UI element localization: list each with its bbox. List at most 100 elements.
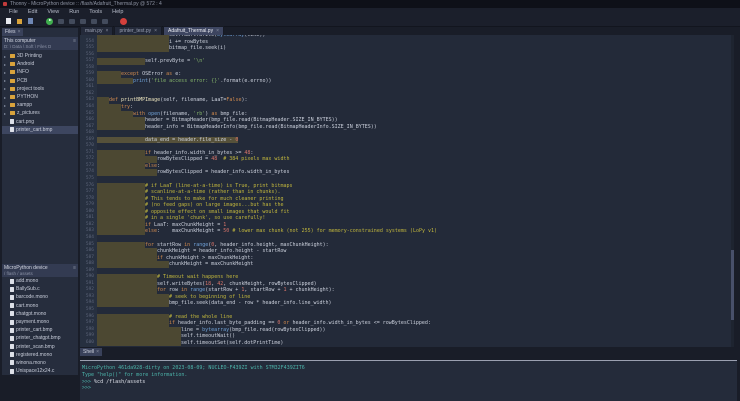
panel-menu-icon[interactable]: ≡ [73,38,76,44]
run-button[interactable] [46,18,53,25]
file-name-label: BallySub.c [16,286,40,292]
file-name-label: Unispace12x24.c [16,368,54,374]
shell-system-text: >>> [82,379,94,385]
stop-icon [120,18,127,25]
shell-system-text: Type "help()" for more information. [82,372,187,378]
close-icon[interactable]: × [216,28,219,34]
device-tree-item[interactable]: payment.mono [2,318,78,326]
shell-tab[interactable]: Shell × [80,348,102,356]
thonny-logo-icon [3,2,7,6]
shell-system-text: MicroPython 461da928-dirty on 2023-08-09… [82,365,305,371]
stop-button[interactable] [120,18,127,25]
menu-item-view[interactable]: View [42,9,64,15]
save-icon [28,18,33,24]
code-text: self.prevByte = '\n' [145,58,205,65]
tab-main.py[interactable]: main.py× [80,26,113,35]
files-panel-tab[interactable]: Files × [2,28,23,36]
menu-item-file[interactable]: File [4,9,23,15]
step-out-button[interactable] [90,18,97,25]
device-tree-item[interactable]: printer_cart.bmp [2,326,78,334]
computer-tree-item[interactable]: ▸INFO [2,68,78,76]
this-computer-header[interactable]: This computer ≡ D: \ Data \ Soft \ Files… [2,37,78,50]
open-folder-button[interactable] [16,18,23,25]
computer-tree-item[interactable]: ▸project tools [2,85,78,93]
device-tree-item[interactable]: printer_chatgpt.bmp [2,334,78,342]
close-icon[interactable]: × [18,29,21,35]
computer-tree-item[interactable]: ▸z_pictures [2,109,78,117]
file-icon [10,287,14,292]
device-tree-item[interactable]: cart.mono [2,302,78,310]
file-name-label: Android [17,61,34,67]
computer-tree-item[interactable]: printer_cart.bmp [2,126,78,134]
device-tree-item[interactable]: registered.mono [2,351,78,359]
code-text: header_info = BitmapHeaderInfo(bmp_file.… [145,124,377,131]
file-name-label: INFO [17,69,29,75]
tab-printer_test.py[interactable]: printer_test.py× [114,26,162,35]
file-name-label: winona.mono [16,360,46,366]
shell-tab-label: Shell [83,349,94,355]
tab-indent-highlight [97,228,145,235]
editor-scrollbar[interactable] [731,35,734,347]
computer-file-tree: ▸3D Printing▸Android▸INFO▸PCB▸project to… [2,52,78,134]
shell-output[interactable]: MicroPython 461da928-dirty on 2023-08-09… [80,361,737,401]
code-line[interactable]: 600self.timeoutSet(self.dotPrintTime) [80,340,734,347]
device-tree-item[interactable]: printer_scan.bmp [2,343,78,351]
device-tree-item[interactable]: chatgpt.mono [2,310,78,318]
device-tree-item[interactable]: add.mono [2,277,78,285]
close-icon[interactable]: × [96,349,99,355]
tab-indent-highlight [97,169,157,176]
shell-system-text: >>> [82,385,91,391]
save-button[interactable] [27,18,34,25]
file-icon [10,303,14,308]
shell-line: Type "help()" for more information. [82,372,737,379]
tab-indent-highlight [97,261,169,268]
code-editor[interactable]: 553self.uart.write(bytearray(line))554i … [80,35,734,347]
step-over-button[interactable] [68,18,75,25]
panel-menu-icon[interactable]: ≡ [73,265,76,271]
thonny-window: Thonny - MicroPython device :: /flash/Ad… [0,0,740,401]
device-file-tree: add.mono BallySub.cbarcode.monocart.monoc… [2,277,78,375]
device-tree-item[interactable]: barcode.mono [2,293,78,301]
expander-icon: ▸ [4,86,8,91]
device-tree-item[interactable]: Unispace12x24.c [2,367,78,375]
window-title: Thonny - MicroPython device :: /flash/Ad… [10,1,162,7]
file-name-label: registered.mono [16,352,52,358]
step-into-button[interactable] [79,18,86,25]
menu-item-edit[interactable]: Edit [23,9,42,15]
tab-indent-highlight [97,45,169,52]
folder-icon [10,79,15,83]
debug-icon [58,19,64,24]
computer-tree-item[interactable]: ▸Android [2,60,78,68]
menu-item-tools[interactable]: Tools [84,9,107,15]
menu-item-run[interactable]: Run [64,9,84,15]
new-file-button[interactable] [5,18,12,25]
file-name-label: add.mono [16,278,38,284]
computer-path: D: \ Data \ Soft \ Files D [4,44,76,49]
micropython-device-header[interactable]: MicroPython device ≡ / flash / assets [2,264,78,277]
code-text: rowBytesClipped = header_info.width_in_b… [157,169,289,176]
tab-indent-highlight [97,300,169,307]
computer-tree-item[interactable]: ▸xampp [2,101,78,109]
folder-icon [10,70,15,74]
menu-bar: FileEditViewRunToolsHelp [0,8,740,16]
scrollbar-thumb[interactable] [731,250,734,320]
close-icon[interactable]: × [106,28,109,34]
device-tree-item[interactable]: BallySub.c [2,285,78,293]
expander-icon: ▸ [4,78,8,83]
shell-line: >>> [82,385,737,392]
file-name-label: payment.mono [16,319,49,325]
menu-item-help[interactable]: Help [107,9,128,15]
computer-tree-item[interactable]: ▸PCB [2,77,78,85]
close-icon[interactable]: × [154,28,157,34]
debug-button[interactable] [57,18,64,25]
tab-indent-highlight [97,137,145,144]
computer-tree-item[interactable]: cart.png [2,118,78,126]
file-name-label: printer_cart.bmp [16,127,52,133]
tab-Adafruit_Thermal.py[interactable]: Adafruit_Thermal.py× [163,26,224,35]
shell-line: >>> %cd /flash/assets [82,379,737,386]
resume-button[interactable] [101,18,108,25]
computer-tree-item[interactable]: ▸3D Printing [2,52,78,60]
device-tree-item[interactable]: winona.mono [2,359,78,367]
computer-tree-item[interactable]: ▸PYTHON [2,93,78,101]
folder-icon [10,87,15,91]
